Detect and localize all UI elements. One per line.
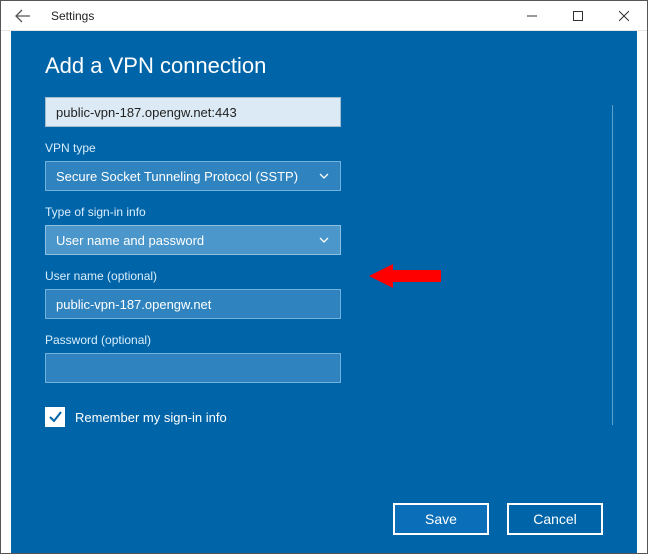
password-group: Password (optional) bbox=[45, 333, 603, 383]
titlebar: Settings bbox=[1, 1, 647, 31]
window-title: Settings bbox=[51, 9, 94, 23]
back-arrow-icon bbox=[15, 8, 31, 24]
back-button[interactable] bbox=[9, 2, 37, 30]
server-address-value: public-vpn-187.opengw.net:443 bbox=[56, 105, 237, 120]
vpntype-select[interactable]: Secure Socket Tunneling Protocol (SSTP) bbox=[45, 161, 341, 191]
chevron-down-icon bbox=[318, 234, 330, 246]
signin-select[interactable]: User name and password bbox=[45, 225, 341, 255]
window-controls bbox=[509, 1, 647, 31]
dialog-heading: Add a VPN connection bbox=[45, 53, 603, 79]
settings-window: Settings Add a VPN connection public-vpn… bbox=[0, 0, 648, 554]
maximize-button[interactable] bbox=[555, 1, 601, 31]
username-label: User name (optional) bbox=[45, 269, 603, 283]
username-group: User name (optional) bbox=[45, 269, 603, 319]
cancel-button[interactable]: Cancel bbox=[507, 503, 603, 535]
password-label: Password (optional) bbox=[45, 333, 603, 347]
dialog-buttons: Save Cancel bbox=[393, 503, 603, 535]
remember-checkbox[interactable] bbox=[45, 407, 65, 427]
password-input[interactable] bbox=[45, 353, 341, 383]
vpntype-value: Secure Socket Tunneling Protocol (SSTP) bbox=[56, 169, 298, 184]
close-button[interactable] bbox=[601, 1, 647, 31]
signin-value: User name and password bbox=[56, 233, 204, 248]
signin-group: Type of sign-in info User name and passw… bbox=[45, 205, 603, 255]
chevron-down-icon bbox=[318, 170, 330, 182]
save-button[interactable]: Save bbox=[393, 503, 489, 535]
vpntype-label: VPN type bbox=[45, 141, 603, 155]
save-button-label: Save bbox=[425, 511, 457, 527]
remember-row: Remember my sign-in info bbox=[45, 407, 603, 427]
remember-label: Remember my sign-in info bbox=[75, 410, 227, 425]
username-input[interactable] bbox=[45, 289, 341, 319]
cancel-button-label: Cancel bbox=[533, 511, 577, 527]
signin-label: Type of sign-in info bbox=[45, 205, 603, 219]
server-field-group: public-vpn-187.opengw.net:443 bbox=[45, 97, 603, 127]
scroll-indicator[interactable] bbox=[612, 105, 613, 425]
vpn-dialog: Add a VPN connection public-vpn-187.open… bbox=[11, 31, 637, 553]
server-address-input[interactable]: public-vpn-187.opengw.net:443 bbox=[45, 97, 341, 127]
vpntype-group: VPN type Secure Socket Tunneling Protoco… bbox=[45, 141, 603, 191]
checkmark-icon bbox=[47, 409, 63, 425]
content-area: Add a VPN connection public-vpn-187.open… bbox=[1, 31, 647, 553]
minimize-button[interactable] bbox=[509, 1, 555, 31]
